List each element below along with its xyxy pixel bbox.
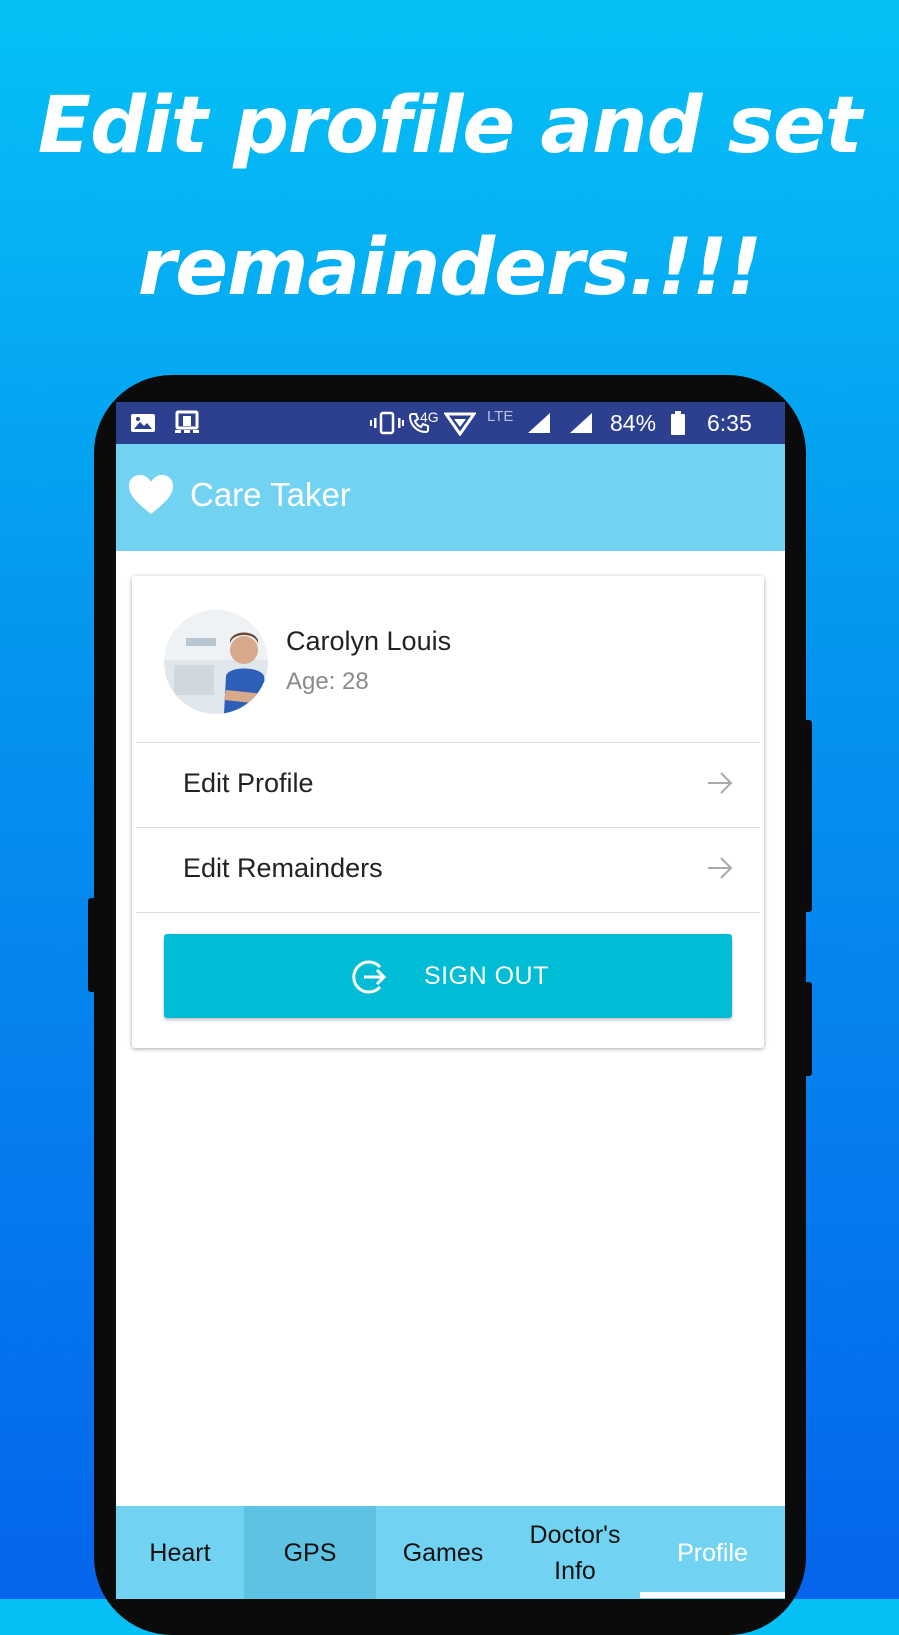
edit-profile-row[interactable]: Edit Profile	[136, 743, 760, 827]
tab-label: Doctor's Info	[529, 1520, 621, 1585]
data-icon	[444, 402, 476, 444]
avatar[interactable]	[164, 610, 268, 714]
vibrate-icon	[370, 402, 404, 444]
profile-name: Carolyn Louis	[286, 626, 452, 656]
sign-out-button[interactable]: SIGN OUT	[164, 934, 732, 1018]
battery-percent: 84%	[610, 409, 657, 436]
phone-side-button	[88, 898, 96, 992]
battery-icon	[669, 402, 687, 444]
headline-line-2: remainders.!!!	[137, 223, 763, 313]
clock: 6:35	[707, 409, 752, 436]
active-tab-indicator	[640, 1592, 785, 1598]
logout-icon	[350, 958, 388, 1001]
app-bar: Care Taker	[116, 444, 785, 551]
phone-screen: 4G LTE 84% 6:35 Care Taker Carolyn Louis…	[116, 402, 785, 1599]
edit-remainders-label: Edit Remainders	[183, 853, 383, 883]
phone-side-button	[804, 982, 812, 1076]
tab-gps[interactable]: GPS	[244, 1506, 376, 1599]
tab-games[interactable]: Games	[376, 1506, 510, 1599]
promo-headline: Edit profile and set remainders.!!!	[0, 55, 899, 339]
status-bar: 4G LTE 84% 6:35	[116, 402, 785, 444]
arrow-right-icon	[706, 854, 734, 887]
screen-cast-icon	[172, 402, 202, 444]
headline-line-1: Edit profile and set	[37, 81, 862, 171]
profile-age: Age: 28	[286, 668, 369, 695]
arrow-right-icon	[706, 769, 734, 802]
tab-heart[interactable]: Heart	[116, 1506, 244, 1599]
lte-label: LTE	[487, 407, 514, 425]
profile-card: Carolyn Louis Age: 28 Edit Profile Edit …	[132, 576, 764, 1048]
image-icon	[130, 402, 156, 444]
edit-remainders-row[interactable]: Edit Remainders	[136, 828, 760, 912]
tab-label: Heart	[149, 1538, 211, 1567]
tab-label: Games	[402, 1538, 484, 1567]
tab-profile[interactable]: Profile	[640, 1506, 785, 1599]
signal-icon	[568, 402, 594, 444]
bottom-tab-bar: Heart GPS Games Doctor's Info Profile	[116, 1506, 785, 1599]
network-type-label: 4G	[420, 409, 439, 425]
tab-label: GPS	[283, 1538, 337, 1567]
edit-profile-label: Edit Profile	[183, 768, 314, 798]
sign-out-label: SIGN OUT	[424, 962, 549, 990]
app-title: Care Taker	[190, 476, 351, 513]
tab-label: Profile	[677, 1538, 748, 1567]
tab-doctors-info[interactable]: Doctor's Info	[510, 1506, 640, 1599]
signal-icon	[526, 402, 552, 444]
heart-icon	[128, 474, 174, 521]
phone-side-button	[804, 720, 812, 912]
divider	[136, 912, 760, 913]
